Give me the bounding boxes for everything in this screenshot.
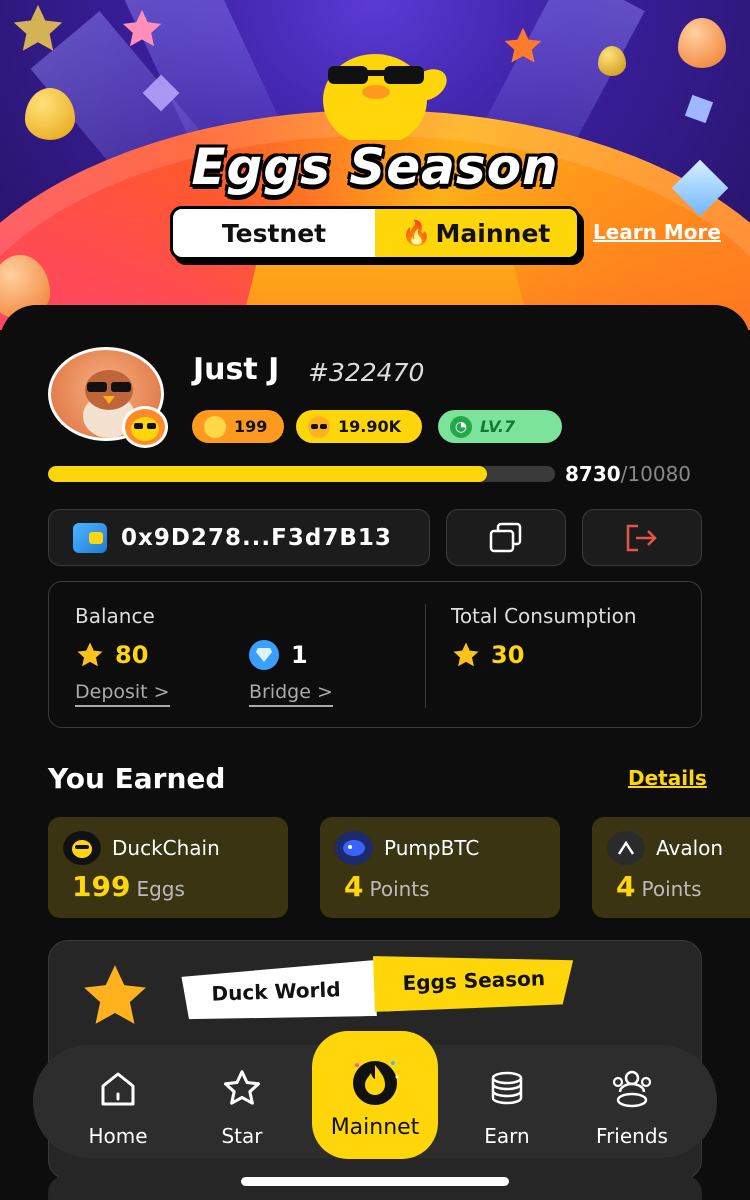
big-star-icon: [84, 965, 146, 1024]
star-icon: [77, 642, 103, 667]
earned-name: DuckChain: [112, 836, 220, 860]
earned-unit: Points: [369, 877, 430, 901]
total-consumption: 30: [451, 640, 524, 670]
star-icon: [453, 642, 479, 667]
bridge-link[interactable]: Bridge >: [249, 681, 333, 707]
star-outline-icon: [223, 1070, 261, 1105]
flame-icon: [353, 1061, 399, 1105]
earned-unit: Eggs: [136, 877, 185, 901]
logout-button[interactable]: [582, 509, 702, 566]
testnet-label: Testnet: [221, 218, 327, 248]
balance-label: Balance: [75, 604, 155, 628]
nav-label: Earn: [484, 1124, 530, 1148]
avalon-logo-icon: [607, 831, 645, 865]
earned-card-duckchain[interactable]: DuckChain 199 Eggs: [48, 817, 288, 918]
earned-unit: Points: [641, 877, 702, 901]
wallet-address: 0x9D278...F3d7B13: [121, 524, 392, 551]
nav-friends[interactable]: Friends: [577, 1062, 687, 1152]
wallet-icon: [73, 522, 107, 553]
nav-label: Star: [221, 1124, 263, 1148]
egg-icon: [204, 415, 226, 438]
coins-badge: 19.90K: [296, 410, 422, 443]
nav-label: Friends: [596, 1124, 668, 1148]
home-indicator[interactable]: [241, 1177, 509, 1186]
duck-coin-icon: [308, 415, 330, 438]
page-title: Eggs Season: [191, 138, 559, 196]
nav-home[interactable]: Home: [63, 1062, 173, 1152]
home-icon: [101, 1072, 135, 1106]
copy-icon: [489, 522, 522, 552]
nav-earn[interactable]: Earn: [452, 1062, 562, 1152]
earned-value: 199: [72, 870, 131, 903]
earned-card-pumpbtc[interactable]: PumpBTC 4 Points: [320, 817, 560, 918]
stopwatch-icon: ◔: [450, 415, 472, 438]
stars-value: 80: [115, 641, 149, 669]
duckchain-logo-icon: [63, 831, 101, 865]
total-consumption-value: 30: [491, 641, 525, 669]
divider: [425, 604, 426, 708]
earned-name: Avalon: [656, 836, 724, 860]
copy-address-button[interactable]: [446, 509, 566, 566]
balance-stars: 80: [75, 640, 148, 670]
earned-amount: 199 Eggs: [72, 870, 185, 903]
wallet-address-button[interactable]: 0x9D278...F3d7B13: [48, 509, 430, 566]
avatar-badge: [122, 406, 168, 448]
yellow-star-icon: [13, 4, 63, 51]
xp-max: /10080: [620, 462, 692, 486]
earned-name: PumpBTC: [384, 836, 480, 860]
user-id: #322470: [308, 358, 425, 387]
learn-more-link[interactable]: Learn More: [593, 220, 721, 244]
xp-current: 8730: [565, 462, 621, 486]
hero-banner: Eggs Season Testnet 🔥 Mainnet Learn More: [0, 0, 750, 330]
deposit-link[interactable]: Deposit >: [75, 681, 170, 707]
level-badge: ◔ LV.7: [438, 410, 562, 443]
earned-value: 4: [616, 870, 636, 903]
xp-progress-text: 8730/10080: [565, 462, 691, 486]
flame-icon: 🔥: [401, 219, 432, 247]
duck-mascot-icon: [323, 54, 447, 140]
coins-count: 19.90K: [338, 417, 402, 436]
mainnet-tab[interactable]: 🔥 Mainnet: [375, 209, 577, 257]
username: Just J: [193, 352, 280, 387]
nav-label: Home: [88, 1124, 148, 1148]
golden-egg-icon: [598, 46, 626, 76]
xp-progress-fill: [48, 466, 488, 482]
pumpbtc-logo-icon: [335, 831, 373, 865]
earned-amount: 4 Points: [344, 870, 430, 903]
eggs-count: 199: [234, 417, 268, 436]
orange-star-icon: [504, 27, 542, 63]
gem-icon: [684, 94, 714, 124]
friends-icon: [612, 1070, 652, 1108]
network-toggle: Testnet 🔥 Mainnet: [170, 206, 580, 260]
earned-section-title: You Earned: [48, 762, 226, 795]
details-link[interactable]: Details: [628, 766, 707, 790]
eggs-badge: 199: [192, 410, 284, 443]
xp-progress-bar: [48, 466, 555, 482]
nav-mainnet[interactable]: Mainnet: [312, 1031, 438, 1159]
mainnet-label: Mainnet: [435, 218, 551, 248]
earned-card-avalon[interactable]: Avalon 4 Points: [592, 817, 750, 918]
earned-value: 4: [344, 870, 364, 903]
earned-amount: 4 Points: [616, 870, 702, 903]
total-consumption-label: Total Consumption: [451, 604, 637, 628]
balance-gems: 1: [249, 640, 308, 670]
eggs-season-tab[interactable]: Eggs Season: [373, 949, 575, 1012]
nav-label: Mainnet: [330, 1115, 420, 1140]
coin-stack-icon: [491, 1071, 523, 1105]
level-label: LV.7: [480, 417, 516, 436]
pink-star-icon: [122, 9, 162, 47]
testnet-tab[interactable]: Testnet: [173, 209, 375, 257]
diamond-icon: [249, 640, 279, 670]
nav-star[interactable]: Star: [187, 1062, 297, 1152]
gems-value: 1: [291, 641, 308, 669]
orange-egg-icon: [678, 18, 726, 68]
logout-icon: [626, 524, 657, 551]
duck-badge-icon: [131, 417, 159, 441]
duck-world-tab[interactable]: Duck World: [175, 960, 377, 1023]
